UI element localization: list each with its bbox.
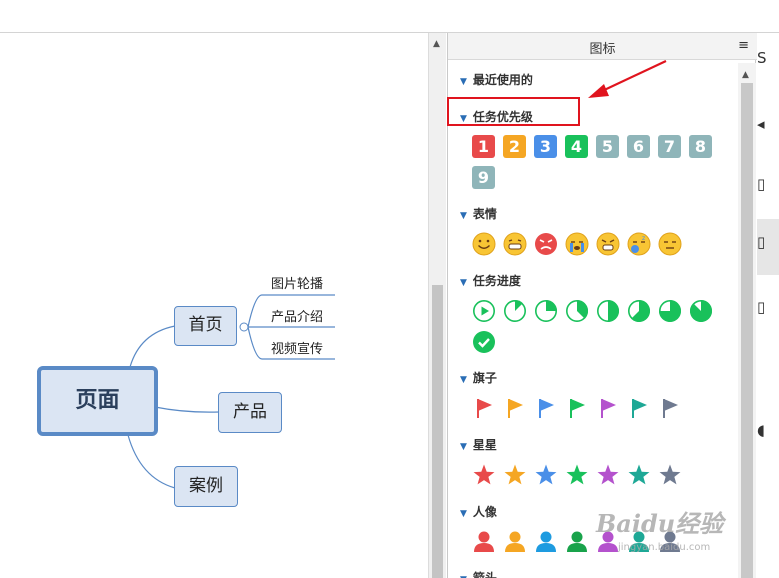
section-title: 星星 (472, 438, 497, 452)
star-icon[interactable] (565, 463, 589, 487)
progress-25-icon[interactable] (534, 299, 558, 323)
flag-icon[interactable] (658, 396, 682, 420)
section-people[interactable]: ▼ 人像 (460, 503, 497, 520)
scroll-up-icon[interactable]: ▲ (433, 39, 440, 49)
branch-node-case[interactable]: 案例 (174, 466, 238, 507)
collapse-triangle-icon: ▼ (460, 278, 467, 288)
section-title: 最近使用的 (472, 73, 533, 87)
leaf-node-video[interactable]: 视频宣传 (271, 338, 323, 357)
branch-node-label: 首页 (188, 315, 223, 335)
collapse-triangle-icon: ▼ (460, 509, 467, 519)
crying-face-icon[interactable] (565, 232, 589, 256)
watermark-sub: jingyan.baidu.com (618, 542, 711, 553)
priority-1-icon[interactable]: 1 (472, 135, 495, 158)
priority-4-icon[interactable]: 4 (565, 135, 588, 158)
star-icon[interactable] (472, 463, 496, 487)
priority-2-icon[interactable]: 2 (503, 135, 526, 158)
root-node-label: 页面 (75, 388, 120, 413)
panel-title: 图标 (589, 42, 616, 57)
flag-icon[interactable] (534, 396, 558, 420)
panel-menu-icon[interactable]: ≡ (738, 38, 749, 53)
smile-face-icon[interactable] (472, 232, 496, 256)
progress-start-icon[interactable] (472, 299, 496, 323)
person-icon[interactable] (565, 529, 589, 553)
sleepy-face-icon[interactable]: z (627, 232, 651, 256)
canvas-scroll-thumb[interactable] (432, 285, 443, 578)
star-icon[interactable] (503, 463, 527, 487)
section-title: 人像 (472, 505, 497, 519)
root-node[interactable]: 页面 (37, 366, 158, 436)
branch-node-home[interactable]: 首页 (174, 306, 237, 346)
collapse-triangle-icon: ▼ (460, 211, 467, 221)
priority-3-icon[interactable]: 3 (534, 135, 557, 158)
priority-9-icon[interactable]: 9 (472, 166, 495, 189)
collapse-triangle-icon: ▼ (460, 77, 467, 87)
progress-37-icon[interactable] (565, 299, 589, 323)
angry-face-icon[interactable] (534, 232, 558, 256)
progress-87-icon[interactable] (689, 299, 713, 323)
progress-done-icon[interactable] (472, 330, 496, 354)
scroll-up-icon[interactable]: ▲ (742, 70, 749, 80)
person-icon[interactable] (503, 529, 527, 553)
progress-12-icon[interactable] (503, 299, 527, 323)
mindmap-canvas[interactable]: 页面 首页 产品 案例 图片轮播 产品介绍 视频宣传 (0, 33, 428, 578)
leaf-node-intro[interactable]: 产品介绍 (271, 306, 323, 325)
grin-face-icon[interactable] (503, 232, 527, 256)
neutral-face-icon[interactable] (658, 232, 682, 256)
panel-scrollbar[interactable]: ▲ (738, 63, 756, 578)
star-icon[interactable] (534, 463, 558, 487)
sidebar-image-icon[interactable]: ▯ (757, 298, 779, 316)
sidebar-icon-tab-icon[interactable]: ▯ (757, 233, 779, 251)
star-icon[interactable] (658, 463, 682, 487)
progress-62-icon[interactable] (627, 299, 651, 323)
app-window: 页面 首页 产品 案例 图片轮播 产品介绍 视频宣传 ▲ 图标 ≡ ▼ 最近使用的… (0, 0, 779, 578)
sidebar-comment-icon[interactable]: ◖ (757, 421, 779, 439)
panel-scroll-thumb[interactable] (741, 83, 753, 578)
watermark: Baidu经验 (596, 509, 724, 538)
right-sidebar: S ◂ ▯ ▯ ▯ ◖ (757, 33, 779, 578)
section-recent[interactable]: ▼ 最近使用的 (460, 71, 533, 88)
section-emoji[interactable]: ▼ 表情 (460, 205, 497, 222)
priority-5-icon[interactable]: 5 (596, 135, 619, 158)
flag-icon[interactable] (627, 396, 651, 420)
panel-header: 图标 ≡ (448, 33, 757, 60)
scream-face-icon[interactable] (596, 232, 620, 256)
progress-50-icon[interactable] (596, 299, 620, 323)
priority-7-icon[interactable]: 7 (658, 135, 681, 158)
section-stars[interactable]: ▼ 星星 (460, 436, 497, 453)
section-title: 旗子 (472, 371, 497, 385)
svg-text:z: z (642, 235, 645, 242)
progress-75-icon[interactable] (658, 299, 682, 323)
flag-icon[interactable] (503, 396, 527, 420)
branch-node-label: 产品 (233, 402, 267, 422)
branch-node-label: 案例 (189, 476, 223, 496)
sidebar-page-icon[interactable]: ▯ (757, 175, 779, 193)
person-icon[interactable] (534, 529, 558, 553)
flag-icon[interactable] (472, 396, 496, 420)
star-icon[interactable] (596, 463, 620, 487)
branch-node-product[interactable]: 产品 (218, 392, 282, 433)
sidebar-format-icon[interactable]: ◂ (757, 115, 779, 133)
section-arrows[interactable]: ▼箭头 (460, 569, 497, 578)
flag-icon[interactable] (596, 396, 620, 420)
priority-8-icon[interactable]: 8 (689, 135, 712, 158)
highlight-box (447, 97, 580, 126)
leaf-node-carousel[interactable]: 图片轮播 (271, 273, 323, 292)
section-title: 任务进度 (472, 274, 521, 288)
priority-6-icon[interactable]: 6 (627, 135, 650, 158)
top-toolbar (0, 0, 779, 33)
section-flags[interactable]: ▼ 旗子 (460, 369, 497, 386)
person-icon[interactable] (472, 529, 496, 553)
section-progress[interactable]: ▼ 任务进度 (460, 272, 521, 289)
collapse-triangle-icon: ▼ (460, 375, 467, 385)
sidebar-style-icon[interactable]: S (757, 49, 779, 67)
section-title: 箭头 (472, 571, 497, 578)
section-title: 表情 (472, 207, 497, 221)
flag-icon[interactable] (565, 396, 589, 420)
star-icon[interactable] (627, 463, 651, 487)
collapse-triangle-icon: ▼ (460, 442, 467, 452)
canvas-scrollbar[interactable]: ▲ (428, 33, 446, 578)
